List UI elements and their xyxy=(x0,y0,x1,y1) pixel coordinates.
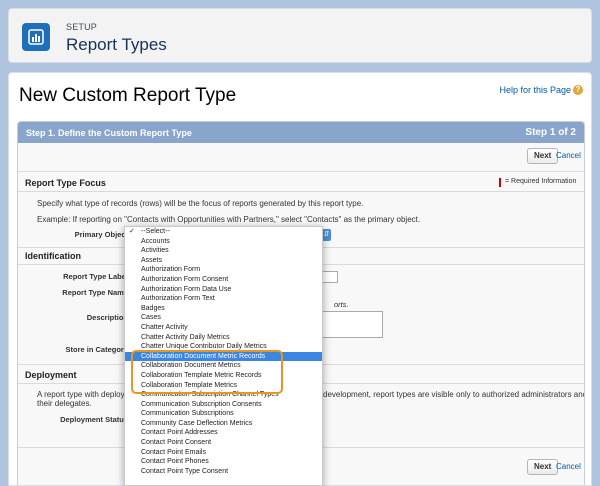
dropdown-option-label: Collaboration Template Metrics xyxy=(141,381,237,389)
dropdown-option-label: Badges xyxy=(141,304,165,312)
deployment-text-start: A report type with deploye xyxy=(37,390,130,399)
dropdown-option-label: --Select-- xyxy=(141,228,170,235)
select-arrow-icon[interactable]: ⇵ xyxy=(322,229,331,241)
step-title: Step 1. Define the Custom Report Type xyxy=(26,127,192,138)
dropdown-option-label: Collaboration Document Metrics xyxy=(141,362,241,370)
dropdown-option[interactable]: Authorization Form Data Use xyxy=(125,285,322,295)
report-type-label-label: Report Type Label xyxy=(63,272,128,281)
dropdown-option-label: Cases xyxy=(141,314,161,322)
dropdown-option-label: Contact Point Addresses xyxy=(141,429,218,437)
section-divider xyxy=(18,191,584,192)
cancel-link-top[interactable]: Cancel xyxy=(556,151,581,160)
dropdown-option[interactable]: Collaboration Document Metrics xyxy=(125,361,322,371)
dropdown-option[interactable]: Activities xyxy=(125,246,322,256)
deployment-text-end: development, report types are visible on… xyxy=(323,390,585,399)
dropdown-option-label: Contact Point Type Consent xyxy=(141,467,229,475)
description-textarea[interactable] xyxy=(318,311,383,338)
dropdown-option[interactable]: ✓ --Select-- xyxy=(125,227,322,237)
dropdown-option[interactable]: Chatter Activity xyxy=(125,323,322,333)
dropdown-option[interactable]: Contact Point Phones xyxy=(125,457,322,467)
dropdown-option[interactable]: Contact Point Addresses xyxy=(125,428,322,438)
next-button-top[interactable]: Next xyxy=(527,148,559,164)
dropdown-option[interactable]: Accounts xyxy=(125,237,322,247)
dropdown-option-label: Contact Point Emails xyxy=(141,448,206,456)
checkmark-icon: ✓ xyxy=(129,228,135,235)
dropdown-option-label: Contact Point Consent xyxy=(141,439,212,447)
primary-object-dropdown[interactable]: ✓ --Select-- Accounts Activities Assets Autho… xyxy=(124,226,323,486)
required-marker xyxy=(499,178,501,187)
dropdown-option-label: Authorization Form xyxy=(141,266,201,274)
help-icon[interactable]: ? xyxy=(573,85,583,95)
dropdown-option[interactable]: Communication Subscriptions xyxy=(125,409,322,419)
dropdown-option-label: Collaboration Template Metric Records xyxy=(141,371,262,379)
help-link[interactable]: Help for this Page xyxy=(499,85,571,95)
setup-header: SETUP Report Types xyxy=(8,8,592,63)
deployment-status-label: Deployment Status xyxy=(60,415,128,424)
dropdown-option-label: Community Case Deflection Metrics xyxy=(141,419,253,427)
focus-example: Example: If reporting on "Contacts with … xyxy=(37,215,421,224)
dropdown-option[interactable]: Community Case Deflection Metrics xyxy=(125,419,322,429)
primary-object-label: Primary Object xyxy=(74,230,128,239)
dropdown-option-label: Collaboration Document Metric Records xyxy=(141,352,266,360)
dropdown-option-label: Assets xyxy=(141,256,163,264)
next-button-bottom[interactable]: Next xyxy=(527,459,559,475)
setup-eyebrow: SETUP xyxy=(66,22,98,32)
dropdown-option-label: Contact Point Phones xyxy=(141,458,209,466)
dropdown-option[interactable]: Communication Subscription Consents xyxy=(125,400,322,410)
dropdown-option[interactable]: Contact Point Type Consent xyxy=(125,467,322,477)
dropdown-option-label: Activities xyxy=(141,247,169,255)
dropdown-option[interactable]: Authorization Form xyxy=(125,265,322,275)
dropdown-option-label: Chatter Unique Contributor Daily Metrics xyxy=(141,343,267,351)
dropdown-option-label: Authorization Form Consent xyxy=(141,275,229,283)
description-hint: orts. xyxy=(334,300,349,309)
dropdown-option-label: Chatter Activity xyxy=(141,323,188,331)
dropdown-option[interactable]: Collaboration Template Metrics xyxy=(125,381,322,391)
dropdown-option[interactable]: Chatter Unique Contributor Daily Metrics xyxy=(125,342,322,352)
dropdown-option-label: Authorization Form Data Use xyxy=(141,285,232,293)
section-divider xyxy=(18,171,584,172)
dropdown-option-label: Accounts xyxy=(141,237,170,245)
dropdown-option[interactable]: Badges xyxy=(125,304,322,314)
dropdown-option-label: Communication Subscriptions xyxy=(141,410,234,418)
dropdown-option[interactable]: Chatter Activity Daily Metrics xyxy=(125,333,322,343)
dropdown-option-label: Communication Subscription Consents xyxy=(141,400,262,408)
step-count: Step 1 of 2 xyxy=(525,127,576,138)
store-in-category-label: Store in Category xyxy=(65,345,128,354)
dropdown-option[interactable]: Communication Subscription Channel Types xyxy=(125,390,322,400)
step-header: Step 1. Define the Custom Report Type St… xyxy=(18,122,584,143)
dropdown-option-label: Authorization Form Text xyxy=(141,295,215,303)
header-title: Report Types xyxy=(66,35,167,54)
dropdown-option[interactable]: Contact Point Consent xyxy=(125,438,322,448)
dropdown-option[interactable]: Cases xyxy=(125,313,322,323)
dropdown-option[interactable]: Authorization Form Text xyxy=(125,294,322,304)
dropdown-option[interactable]: Contact Point Emails xyxy=(125,448,322,458)
report-type-name-label: Report Type Name xyxy=(62,288,128,297)
cancel-link-bottom[interactable]: Cancel xyxy=(556,462,581,471)
dropdown-option-label: Chatter Activity Daily Metrics xyxy=(141,333,230,341)
focus-description: Specify what type of records (rows) will… xyxy=(37,199,364,208)
deployment-text-line2: their delegates. xyxy=(37,399,92,408)
dropdown-option-label: Communication Subscription Channel Types xyxy=(141,391,279,399)
description-label: Description xyxy=(86,313,128,322)
dropdown-option[interactable]: Collaboration Template Metric Records xyxy=(125,371,322,381)
dropdown-option[interactable]: Collaboration Document Metric Records xyxy=(125,351,322,362)
report-types-icon xyxy=(22,23,50,51)
dropdown-option[interactable]: Assets xyxy=(125,256,322,266)
required-info: = Required Information xyxy=(505,178,577,185)
page-title: New Custom Report Type xyxy=(19,85,237,106)
dropdown-option[interactable]: Authorization Form Consent xyxy=(125,275,322,285)
